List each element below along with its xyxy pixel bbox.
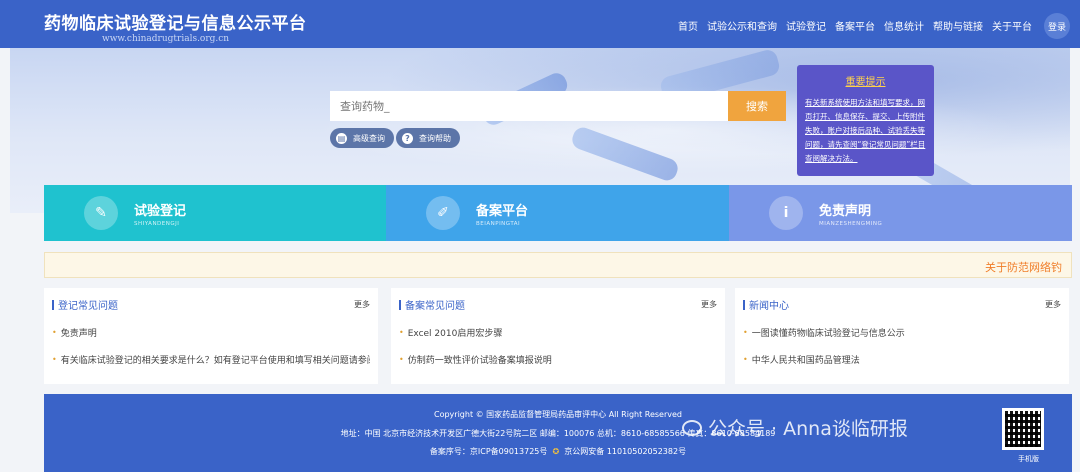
nav-about[interactable]: 关于平台 — [992, 18, 1032, 33]
tile-title: 备案平台 — [476, 203, 529, 219]
nav-home[interactable]: 首页 — [678, 18, 698, 33]
list-item[interactable]: 免责声明 — [52, 326, 370, 339]
panel-filing-faq: 备案常见问题 更多 Excel 2010启用宏步骤 仿制药一致性评价试验备案填报… — [391, 288, 725, 384]
qr-code — [1002, 408, 1044, 450]
advanced-search-label: 高级查询 — [353, 133, 385, 143]
top-header: 药物临床试验登记与信息公示平台 www.chinadrugtrials.org.… — [0, 0, 1080, 48]
search-button[interactable]: 搜索 — [728, 91, 786, 121]
footer-records: 备案序号：京ICP备09013725号 ✪ 京公网安备 110105020523… — [44, 446, 1072, 457]
list-item[interactable]: Excel 2010启用宏步骤 — [399, 326, 717, 339]
announcement-marquee[interactable]: 关于防范网络钓 — [44, 252, 1072, 278]
document-icon: ✎ — [84, 196, 118, 230]
main-nav: 首页 试验公示和查询 试验登记 备案平台 信息统计 帮助与链接 关于平台 — [678, 18, 1032, 33]
icp-record[interactable]: 备案序号：京ICP备09013725号 — [430, 447, 548, 456]
site-title: 药物临床试验登记与信息公示平台 — [44, 14, 307, 34]
tile-filing-platform[interactable]: ✐ 备案平台 BEIANPINGTAI — [386, 185, 729, 241]
footer-address: 地址：中国 北京市经济技术开发区广德大街22号院二区 邮编：100076 总机：… — [340, 429, 776, 438]
nav-trial-registration[interactable]: 试验登记 — [786, 18, 826, 33]
search-help-button[interactable]: ? 查询帮助 — [396, 128, 460, 148]
nav-trial-search[interactable]: 试验公示和查询 — [707, 18, 777, 33]
list-item[interactable]: 仿制药一致性评价试验备案填报说明 — [399, 353, 717, 366]
more-link[interactable]: 更多 — [1045, 299, 1061, 310]
mobile-version-label[interactable]: 手机版 — [1018, 454, 1039, 464]
info-icon: i — [769, 196, 803, 230]
site-brand[interactable]: 药物临床试验登记与信息公示平台 www.chinadrugtrials.org.… — [44, 9, 307, 44]
search-input[interactable] — [330, 91, 728, 121]
watermark: 公众号 · Anna谈临研报 — [682, 414, 908, 441]
list-item[interactable]: 一图读懂药物临床试验登记与信息公示 — [743, 326, 1061, 339]
police-record[interactable]: 京公网安备 11010502052382号 — [564, 447, 686, 456]
tile-title: 试验登记 — [134, 203, 187, 219]
notice-title: 重要提示 — [845, 77, 886, 88]
tile-title: 免责声明 — [819, 203, 872, 219]
tile-subtitle: MIANZESHENGMING — [819, 220, 883, 227]
more-link[interactable]: 更多 — [701, 299, 717, 310]
panel-title: 新闻中心 — [743, 297, 789, 312]
decor-capsule — [569, 124, 681, 184]
edit-icon: ✐ — [426, 196, 460, 230]
panel-title: 备案常见问题 — [399, 297, 465, 312]
list-item[interactable]: 中华人民共和国药品管理法 — [743, 353, 1061, 366]
panel-title: 登记常见问题 — [52, 297, 118, 312]
watermark-text: 公众号 · Anna谈临研报 — [708, 418, 908, 440]
search-help-label: 查询帮助 — [419, 133, 451, 143]
tile-subtitle: SHIYANDENGJI — [134, 220, 180, 227]
footer-copyright: Copyright © 国家药品监督管理局药品审评中心 All Right Re… — [433, 410, 683, 419]
nav-statistics[interactable]: 信息统计 — [884, 18, 924, 33]
nav-filing-platform[interactable]: 备案平台 — [835, 18, 875, 33]
notice-body: 有关新系统使用方法和填写要求，网页打开、信息保存、提交、上传附件失败，账户对接后… — [805, 98, 926, 163]
advanced-search-button[interactable]: ▤ 高级查询 — [330, 128, 394, 148]
panel-registration-faq: 登记常见问题 更多 免责声明 有关临床试验登记的相关要求是什么？如有登记平台使用… — [44, 288, 378, 384]
announcement-text[interactable]: 关于防范网络钓 — [985, 259, 1062, 275]
police-badge-icon: ✪ — [549, 447, 562, 456]
list-item[interactable]: 有关临床试验登记的相关要求是什么？如有登记平台使用和填写相关问题请参阅 — [52, 353, 370, 366]
nav-help-links[interactable]: 帮助与链接 — [933, 18, 983, 33]
question-icon: ? — [402, 132, 413, 144]
important-notice[interactable]: 重要提示 有关新系统使用方法和填写要求，网页打开、信息保存、提交、上传附件失败，… — [797, 65, 934, 176]
book-icon: ▤ — [336, 132, 347, 144]
panel-news-center: 新闻中心 更多 一图读懂药物临床试验登记与信息公示 中华人民共和国药品管理法 — [735, 288, 1069, 384]
chat-icon — [682, 419, 702, 436]
tile-disclaimer[interactable]: i 免责声明 MIANZESHENGMING — [729, 185, 1072, 241]
more-link[interactable]: 更多 — [354, 299, 370, 310]
tile-subtitle: BEIANPINGTAI — [476, 220, 521, 227]
tile-trial-registration[interactable]: ✎ 试验登记 SHIYANDENGJI — [44, 185, 386, 241]
site-footer: Copyright © 国家药品监督管理局药品审评中心 All Right Re… — [44, 394, 1072, 472]
login-button[interactable]: 登录 — [1044, 13, 1070, 39]
site-url: www.chinadrugtrials.org.cn — [102, 34, 230, 44]
